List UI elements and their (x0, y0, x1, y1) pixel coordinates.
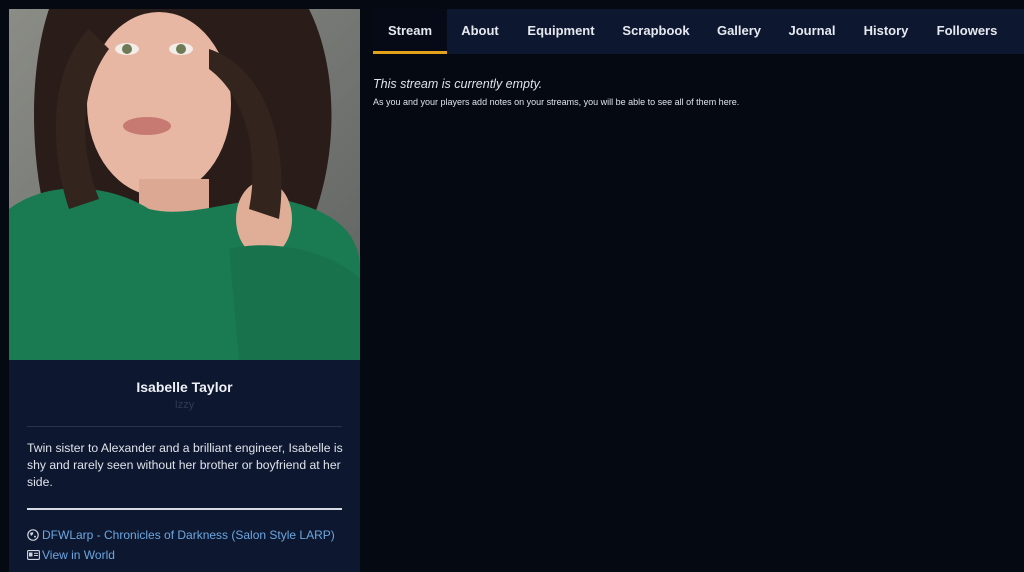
id-card-icon (27, 549, 40, 561)
character-bio: Twin sister to Alexander and a brilliant… (27, 441, 343, 489)
tab-followers[interactable]: Followers (923, 9, 1011, 54)
tab-about[interactable]: About (447, 9, 513, 54)
world-link-label: DFWLarp - Chronicles of Darkness (Salon … (42, 528, 335, 542)
character-portrait (9, 9, 360, 360)
character-nickname: Izzy (174, 399, 195, 411)
globe-icon (27, 529, 39, 541)
tab-history[interactable]: History (849, 9, 923, 54)
divider (27, 508, 342, 510)
character-name: Isabelle Taylor (136, 379, 233, 395)
view-in-world-label: View in World (42, 548, 115, 562)
stream-empty-title: This stream is currently empty. (373, 77, 543, 91)
tab-journal[interactable]: Journal (775, 9, 849, 54)
world-link[interactable]: DFWLarp - Chronicles of Darkness (Salon … (27, 528, 335, 542)
tab-stream[interactable]: Stream (373, 9, 447, 54)
stream-empty-subtitle: As you and your players add notes on you… (373, 97, 740, 107)
tab-scrapbook[interactable]: Scrapbook (609, 9, 703, 54)
tab-gallery[interactable]: Gallery (703, 9, 775, 54)
tab-equipment[interactable]: Equipment (513, 9, 609, 54)
tab-bar: Stream About Equipment Scrapbook Gallery… (373, 9, 1024, 54)
view-in-world-link[interactable]: View in World (27, 548, 115, 562)
divider (27, 426, 342, 427)
character-sidebar: Isabelle Taylor Izzy Twin sister to Alex… (9, 9, 360, 572)
